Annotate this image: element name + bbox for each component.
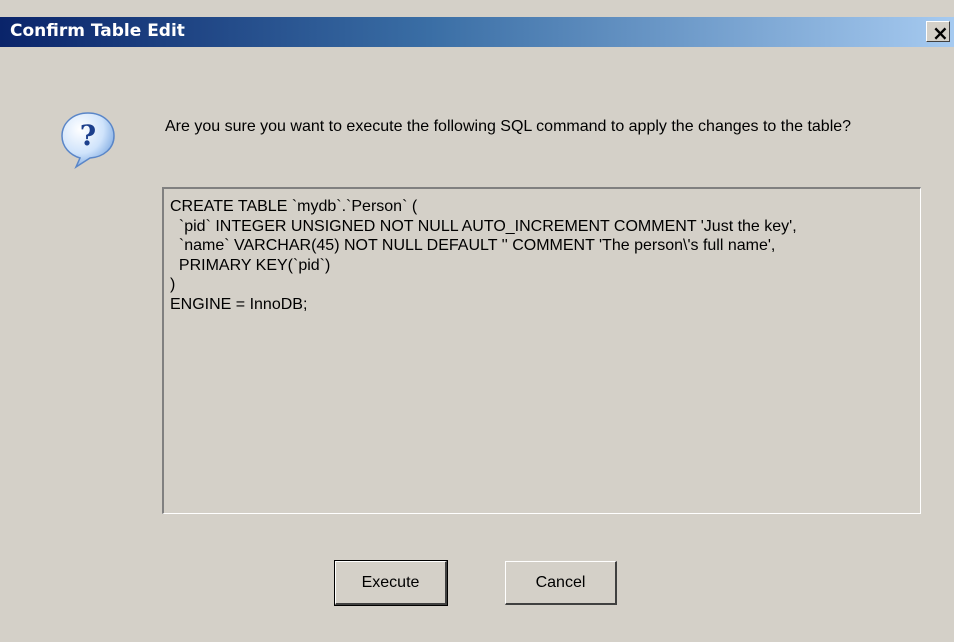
sql-command-text: CREATE TABLE `mydb`.`Person` ( `pid` INT… (170, 198, 797, 313)
dialog-title: Confirm Table Edit (10, 21, 185, 41)
svg-text:?: ? (80, 119, 96, 152)
confirmation-message: Are you sure you want to execute the fol… (165, 118, 852, 135)
close-button[interactable]: × (926, 21, 950, 45)
cancel-button[interactable]: Cancel (505, 561, 617, 605)
sql-command-box[interactable]: CREATE TABLE `mydb`.`Person` ( `pid` INT… (162, 187, 921, 514)
execute-button[interactable]: Execute (334, 560, 448, 606)
confirm-dialog: Confirm Table Edit × ? Are you sure you … (0, 0, 954, 642)
close-icon: × (932, 21, 949, 45)
title-bar[interactable]: Confirm Table Edit × (0, 17, 954, 47)
question-icon: ? (61, 112, 115, 169)
